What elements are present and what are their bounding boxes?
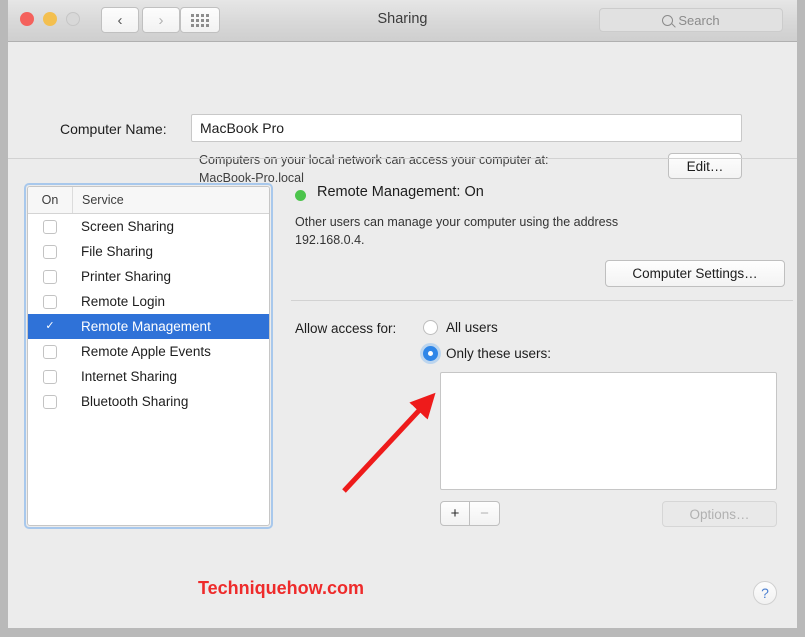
service-row-screen-sharing[interactable]: Screen Sharing (28, 214, 269, 239)
checkbox-unchecked-icon[interactable] (43, 369, 57, 384)
computer-name-help: Computers on your local network can acce… (199, 151, 669, 187)
checkbox-unchecked-icon[interactable] (43, 244, 57, 259)
watermark-text: Techniquehow.com (198, 578, 365, 598)
service-row-internet-sharing[interactable]: Internet Sharing (28, 364, 269, 389)
computer-settings-button[interactable]: Computer Settings… (605, 260, 785, 287)
add-user-button[interactable]: + (440, 501, 470, 526)
help-button[interactable]: ? (753, 581, 777, 605)
service-row-checkbox-cell (28, 344, 72, 359)
service-row-remote-management[interactable]: ✓ Remote Management (28, 314, 269, 339)
service-row-checkbox-cell (28, 294, 72, 309)
status-description-line1: Other users can manage your computer usi… (295, 215, 619, 229)
radio-only-these-users-label: Only these users: (446, 346, 552, 361)
allowed-users-list[interactable] (440, 372, 777, 490)
search-input[interactable]: Search (599, 8, 783, 32)
search-placeholder: Search (678, 12, 720, 28)
annotation-arrow-icon (342, 392, 436, 493)
allow-access-label: Allow access for: (295, 321, 397, 336)
service-row-printer-sharing[interactable]: Printer Sharing (28, 264, 269, 289)
column-header-service: Service (72, 187, 269, 213)
radio-all-users-label: All users (446, 320, 498, 335)
service-row-checkbox-cell (28, 394, 72, 409)
service-row-file-sharing[interactable]: File Sharing (28, 239, 269, 264)
status-title: Remote Management: On (317, 184, 484, 200)
service-row-remote-login[interactable]: Remote Login (28, 289, 269, 314)
options-button: Options… (662, 501, 777, 527)
service-row-checkbox-cell: ✓ (28, 319, 72, 334)
service-row-remote-apple-events[interactable]: Remote Apple Events (28, 339, 269, 364)
service-row-checkbox-cell (28, 369, 72, 384)
checkbox-unchecked-icon[interactable] (43, 294, 57, 309)
service-row-label: Remote Apple Events (81, 344, 211, 359)
checkbox-unchecked-icon[interactable] (43, 344, 57, 359)
service-row-label: Remote Login (81, 294, 166, 309)
remove-user-button[interactable]: − (470, 501, 500, 526)
radio-only-these-users-control[interactable] (423, 346, 438, 361)
service-row-checkbox-cell (28, 269, 72, 284)
service-list[interactable]: On Service Screen Sharing File Sharing Pri… (27, 186, 270, 526)
status-description-line2: 192.168.0.4. (295, 233, 365, 247)
column-header-on: On (41, 193, 59, 207)
window-toolbar: ‹ › Sharing Search (8, 0, 797, 42)
section-divider-middle (291, 300, 793, 301)
search-icon (662, 14, 674, 26)
section-divider-top (8, 158, 797, 159)
service-row-label: Screen Sharing (81, 219, 175, 234)
service-row-checkbox-cell (28, 219, 72, 234)
users-add-remove-segmented-control: + − (440, 501, 500, 526)
radio-all-users[interactable]: All users (423, 320, 498, 335)
service-row-label: Internet Sharing (81, 369, 178, 384)
sharing-preferences-window: ‹ › Sharing Search Computer Name: MacBoo… (8, 0, 797, 628)
service-row-bluetooth-sharing[interactable]: Bluetooth Sharing (28, 389, 269, 414)
radio-only-these-users[interactable]: Only these users: (423, 346, 551, 361)
service-row-checkbox-cell (28, 244, 72, 259)
checkbox-unchecked-icon[interactable] (43, 269, 57, 284)
status-indicator-dot (295, 190, 306, 201)
checkbox-unchecked-icon[interactable] (43, 219, 57, 234)
computer-name-help-line1: Computers on your local network can acce… (199, 153, 549, 167)
edit-button[interactable]: Edit… (668, 153, 742, 179)
computer-name-field[interactable]: MacBook Pro (191, 114, 742, 142)
checkbox-checked-icon[interactable]: ✓ (43, 319, 57, 334)
service-row-label: File Sharing (81, 244, 154, 259)
checkbox-unchecked-icon[interactable] (43, 394, 57, 409)
status-description: Other users can manage your computer usi… (295, 213, 725, 249)
preferences-content: Computer Name: MacBook Pro Computers on … (8, 41, 797, 628)
service-row-label: Remote Management (81, 319, 211, 334)
radio-all-users-control[interactable] (423, 320, 438, 335)
service-row-label: Printer Sharing (81, 269, 172, 284)
service-row-label: Bluetooth Sharing (81, 394, 189, 409)
computer-name-label: Computer Name: (60, 121, 167, 137)
service-list-body: Screen Sharing File Sharing Printer Sharin… (28, 214, 269, 414)
service-list-header: On Service (28, 187, 269, 214)
